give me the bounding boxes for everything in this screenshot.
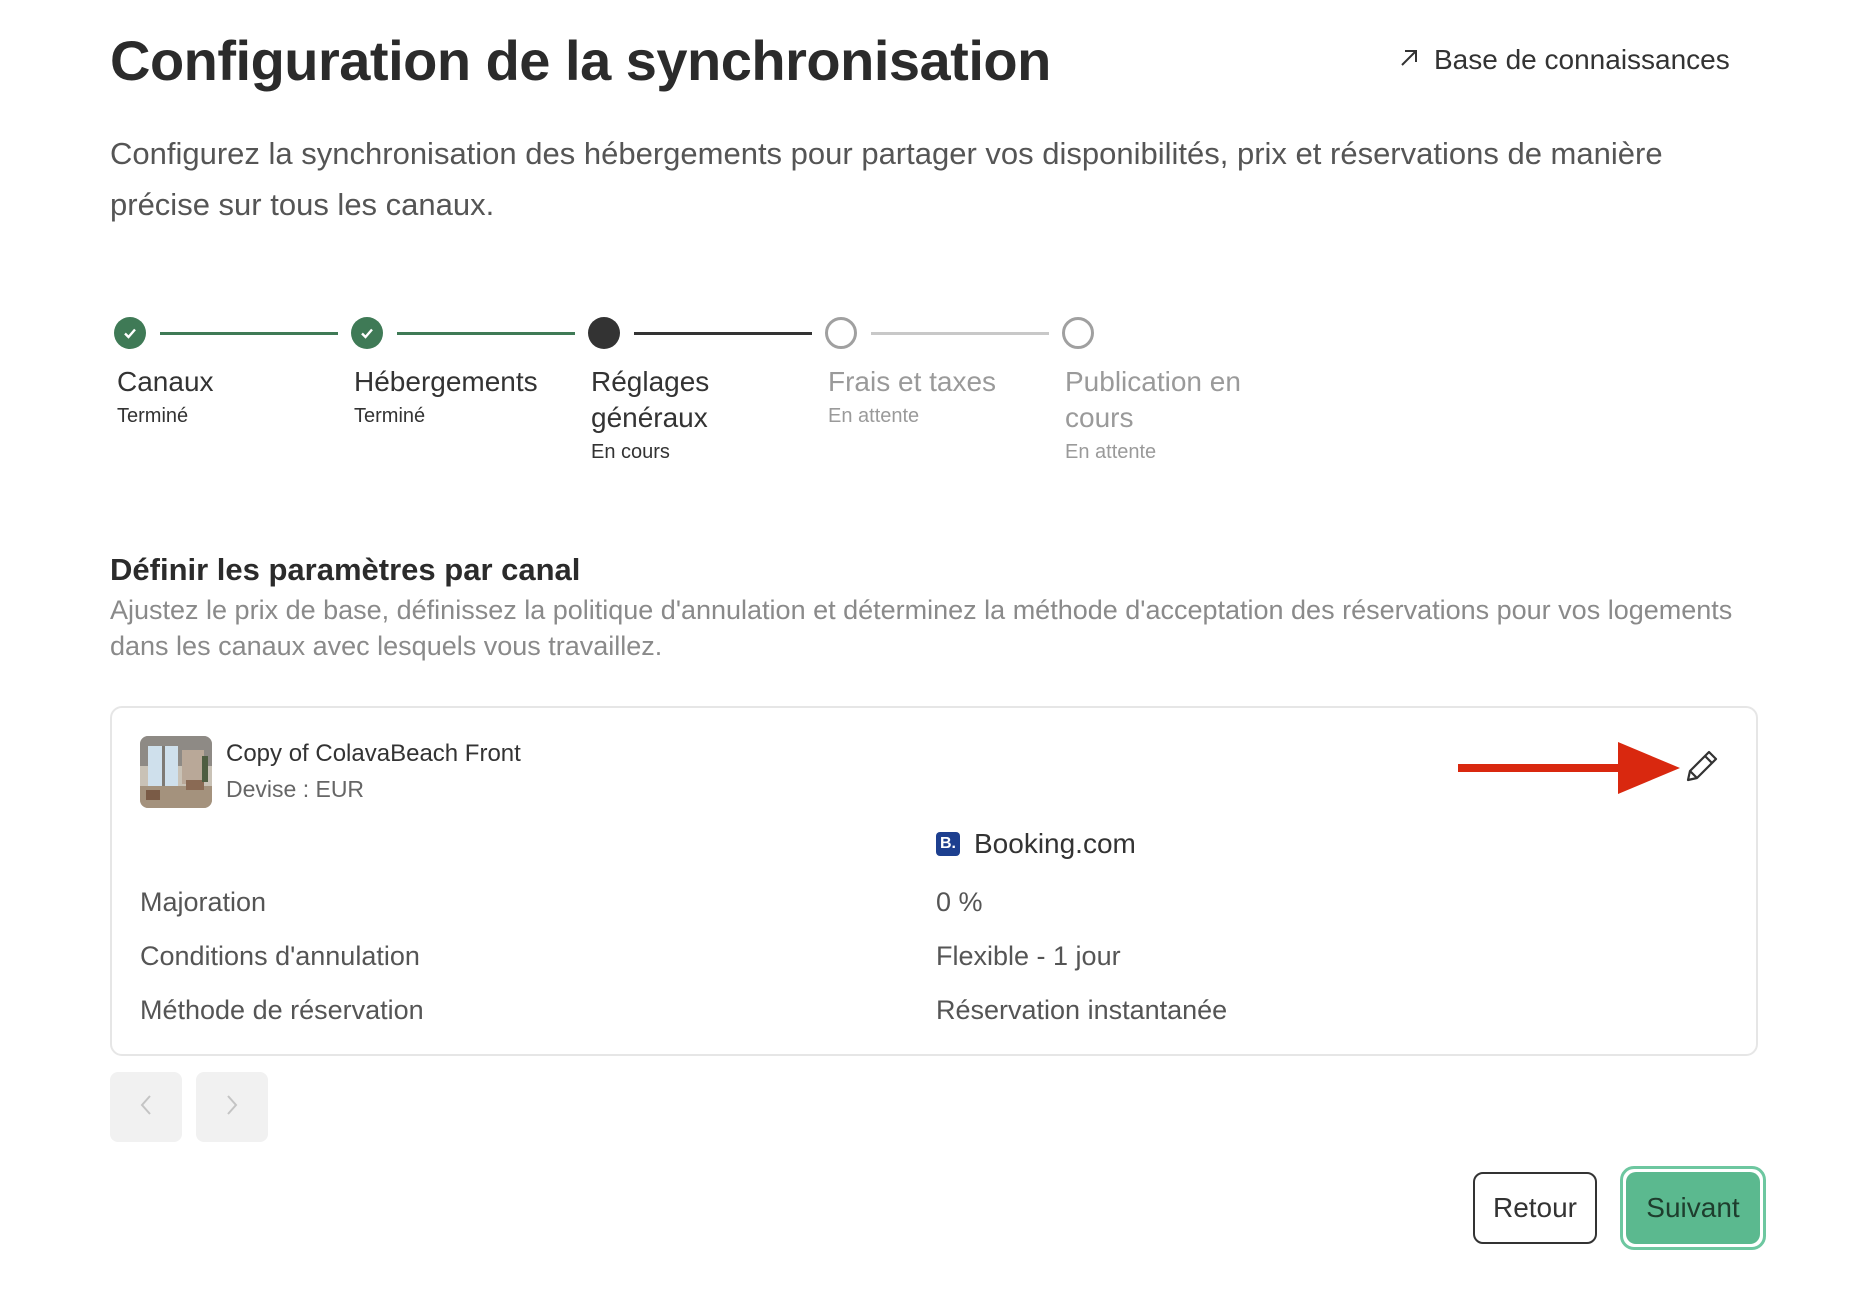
edit-button[interactable] <box>1680 744 1724 788</box>
step-status: En attente <box>1065 441 1157 463</box>
next-page-button[interactable] <box>196 1072 268 1142</box>
property-thumbnail <box>140 736 212 808</box>
setting-label-markup: Majoration <box>140 887 267 917</box>
setting-value-markup: 0 % <box>936 887 983 917</box>
back-button[interactable]: Retour <box>1473 1172 1597 1244</box>
step-connector <box>634 332 812 335</box>
channel-header: B. Booking.com <box>936 828 1136 860</box>
step-pending-icon <box>1062 317 1094 349</box>
annotation-arrow-icon <box>1458 740 1680 801</box>
setting-value-cancellation: Flexible - 1 jour <box>936 941 1121 971</box>
step-label: Publication en cours <box>1065 366 1241 433</box>
knowledge-base-label: Base de connaissances <box>1434 44 1730 75</box>
step-connector <box>397 332 575 335</box>
step-connector <box>160 332 338 335</box>
next-button[interactable]: Suivant <box>1626 1172 1760 1244</box>
setting-label-booking-method: Méthode de réservation <box>140 995 424 1025</box>
step-label: Hébergements <box>354 366 538 397</box>
step-label: Canaux <box>117 366 214 397</box>
step-status: Terminé <box>117 405 189 427</box>
channel-name: Booking.com <box>974 828 1136 859</box>
pencil-icon <box>1680 750 1724 792</box>
step-done-icon <box>114 317 146 349</box>
step-current-icon <box>588 317 620 349</box>
step-done-icon <box>351 317 383 349</box>
section-description: Ajustez le prix de base, définissez la p… <box>110 595 1733 661</box>
step-status: En attente <box>828 405 920 427</box>
previous-page-button[interactable] <box>110 1072 182 1142</box>
setting-value-booking-method: Réservation instantanée <box>936 995 1228 1025</box>
knowledge-base-link[interactable]: Base de connaissances <box>1398 44 1730 76</box>
property-currency: Devise : EUR <box>226 776 365 802</box>
setting-label-cancellation: Conditions d'annulation <box>140 941 420 971</box>
section-title: Définir les paramètres par canal <box>110 552 581 587</box>
page-title: Configuration de la synchronisation <box>110 29 1051 92</box>
external-link-icon <box>1398 44 1420 76</box>
step-pending-icon <box>825 317 857 349</box>
page-subtitle: Configurez la synchronisation des héberg… <box>110 136 1663 222</box>
property-name: Copy of ColavaBeach Front <box>226 740 521 767</box>
step-label: Frais et taxes <box>828 366 997 397</box>
booking-logo-icon: B. <box>936 832 960 856</box>
step-connector <box>871 332 1049 335</box>
step-status: En cours <box>591 441 670 463</box>
chevron-right-icon <box>224 1093 240 1122</box>
step-status: Terminé <box>354 405 426 427</box>
chevron-left-icon <box>138 1093 154 1122</box>
step-label: Réglages généraux <box>591 366 710 433</box>
